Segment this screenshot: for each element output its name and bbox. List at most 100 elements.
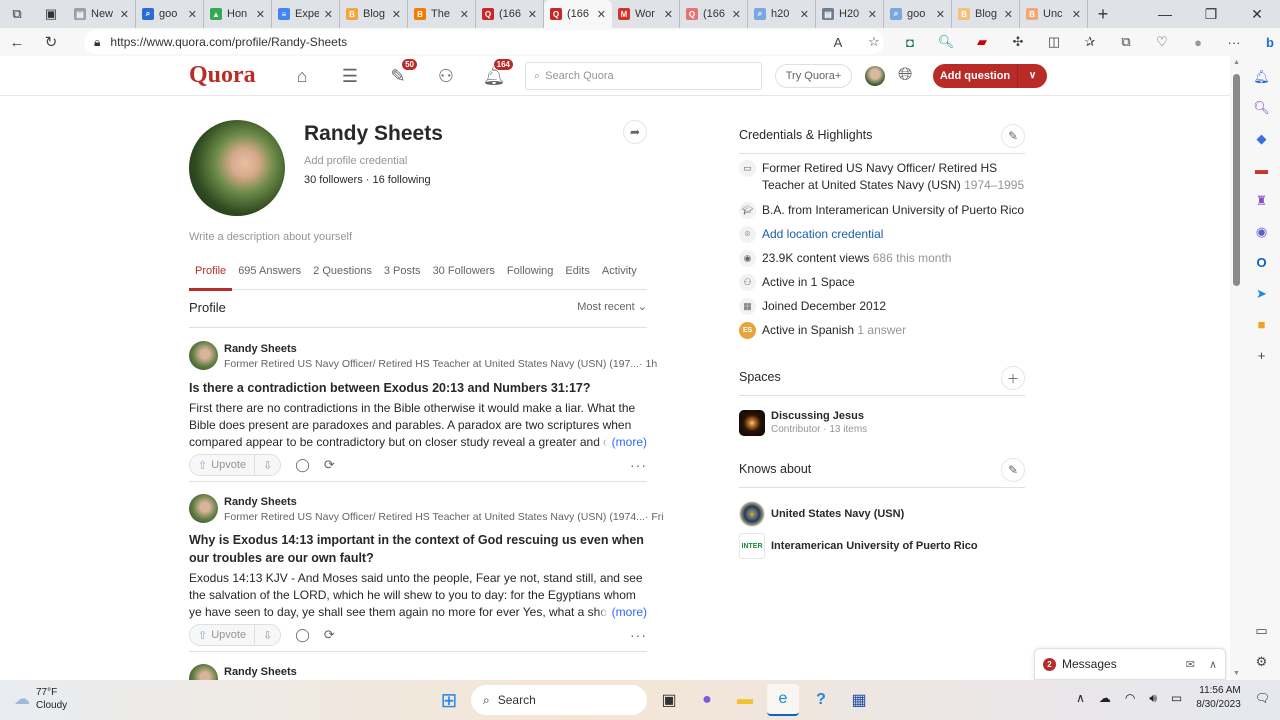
- close-tab-icon[interactable]: ✕: [1072, 8, 1081, 21]
- share-icon[interactable]: ⟳: [324, 457, 335, 473]
- browser-tab[interactable]: ▲ Hon ✕: [204, 0, 272, 28]
- extension-search-icon[interactable]: 🔍︎: [928, 34, 964, 50]
- more-options-icon[interactable]: ···: [630, 627, 647, 643]
- close-tab-icon[interactable]: ✕: [324, 8, 333, 21]
- sidebar-layout-icon[interactable]: ▭: [1253, 620, 1271, 641]
- comment-icon[interactable]: ◯: [295, 457, 310, 473]
- profile-tab[interactable]: 2 Questions: [307, 259, 378, 290]
- add-question-button[interactable]: Add question ∨: [933, 64, 1047, 88]
- question-title[interactable]: Why is Exodus 14:13 important in the con…: [189, 531, 647, 567]
- topic-name[interactable]: Interamerican University of Puerto Rico: [771, 540, 978, 552]
- add-sidebar-app-icon[interactable]: +: [1253, 345, 1271, 366]
- scroll-up-arrow[interactable]: ▲: [1233, 59, 1240, 66]
- browser-tab[interactable]: M Wor ✕: [612, 0, 680, 28]
- favorite-star-icon[interactable]: ☆: [856, 34, 892, 50]
- question-title[interactable]: Is there a contradiction between Exodus …: [189, 379, 647, 397]
- notifications-bell-icon[interactable]: 🔔︎ 164: [482, 58, 514, 88]
- browser-tab[interactable]: B Unc ✕: [1020, 0, 1088, 28]
- scrollbar-thumb[interactable]: [1233, 74, 1240, 286]
- space-name[interactable]: Discussing Jesus: [771, 410, 867, 422]
- browser-tab[interactable]: ▤ New ✕: [68, 0, 136, 28]
- get-help-icon[interactable]: ?: [805, 684, 837, 716]
- extension-icon[interactable]: ◘: [892, 35, 928, 50]
- profile-tab[interactable]: 695 Answers: [232, 259, 307, 290]
- close-tab-icon[interactable]: ✕: [1004, 8, 1013, 21]
- spaces-icon[interactable]: ⚇: [434, 64, 458, 88]
- upvote-button[interactable]: ⇧ Upvote: [190, 455, 256, 475]
- credential-item[interactable]: ⌾ Add location credential: [739, 226, 1025, 243]
- battery-icon[interactable]: ▭: [1171, 691, 1182, 705]
- close-tab-icon[interactable]: ✕: [256, 8, 265, 21]
- following-feed-icon[interactable]: ☰: [338, 64, 362, 88]
- shopping-tag-icon[interactable]: ◆: [1253, 128, 1271, 149]
- downvote-button[interactable]: ⇩: [255, 629, 280, 642]
- tools-icon[interactable]: ▬: [1253, 159, 1271, 180]
- browser-tab[interactable]: ⌕ h20 ✕: [748, 0, 816, 28]
- pdf-extension-icon[interactable]: ▰: [964, 34, 1000, 50]
- close-tab-icon[interactable]: ✕: [392, 8, 401, 21]
- author-name[interactable]: Randy Sheets: [224, 666, 297, 678]
- home-icon[interactable]: ⌂: [290, 64, 314, 88]
- credential-text[interactable]: Add location credential: [762, 227, 883, 241]
- try-quora-plus-button[interactable]: Try Quora+: [775, 64, 852, 88]
- author-name[interactable]: Randy Sheets: [224, 496, 297, 508]
- workspaces-icon[interactable]: ⧉: [0, 0, 34, 28]
- comment-icon[interactable]: ◯: [295, 627, 310, 643]
- share-icon[interactable]: ⟳: [324, 627, 335, 643]
- more-menu-icon[interactable]: ···: [1216, 35, 1252, 50]
- browser-tab[interactable]: Q (166 ✕: [476, 0, 544, 28]
- bing-copilot-icon[interactable]: b: [1252, 35, 1280, 50]
- description-placeholder[interactable]: Write a description about yourself: [189, 231, 352, 243]
- browser-tab[interactable]: ≡ Expe ✕: [272, 0, 340, 28]
- back-button[interactable]: ←: [0, 34, 34, 51]
- notifications-icon[interactable]: 🔔︎: [1253, 66, 1271, 87]
- search-icon[interactable]: 🔍︎: [1253, 97, 1271, 118]
- browser-essentials-icon[interactable]: ♡: [1144, 34, 1180, 50]
- onedrive-icon[interactable]: ☁: [1099, 691, 1111, 705]
- games-icon[interactable]: ♜: [1253, 190, 1271, 211]
- page-scrollbar[interactable]: ▲ ▼: [1230, 56, 1243, 680]
- close-tab-icon[interactable]: ✕: [664, 8, 673, 21]
- profile-tab[interactable]: 30 Followers: [427, 259, 501, 290]
- profile-tab[interactable]: Edits: [559, 259, 595, 290]
- profile-icon[interactable]: ●: [1180, 35, 1216, 50]
- answer-time[interactable]: · Fri: [645, 511, 664, 523]
- chevron-down-icon[interactable]: ∨: [1017, 64, 1047, 88]
- collections-icon[interactable]: ⧉: [1108, 34, 1144, 50]
- answer-time[interactable]: · 1h: [639, 358, 657, 370]
- send-icon[interactable]: ➤: [1253, 283, 1271, 304]
- downvote-button[interactable]: ⇩: [255, 459, 280, 472]
- split-screen-icon[interactable]: ◫: [1036, 34, 1072, 50]
- browser-tab[interactable]: ⌕ goo ✕: [884, 0, 952, 28]
- extensions-icon[interactable]: ✣: [1000, 34, 1036, 50]
- header-avatar[interactable]: [865, 66, 885, 86]
- favorites-icon[interactable]: ✰: [1072, 34, 1108, 50]
- add-profile-credential-link[interactable]: Add profile credential: [304, 155, 407, 167]
- close-tab-icon[interactable]: ✕: [460, 8, 469, 21]
- close-tab-icon[interactable]: ✕: [936, 8, 945, 21]
- more-link[interactable]: (more): [597, 434, 647, 451]
- close-tab-icon[interactable]: ✕: [188, 8, 197, 21]
- edit-credentials-button[interactable]: ✎: [1001, 124, 1025, 148]
- show-hidden-icons-chevron[interactable]: ∧: [1076, 691, 1085, 705]
- topic-item[interactable]: INTER Interamerican University of Puerto…: [739, 533, 978, 559]
- scroll-down-arrow[interactable]: ▼: [1233, 670, 1240, 677]
- profile-tab[interactable]: Profile: [189, 259, 233, 291]
- outlook-icon[interactable]: O: [1253, 252, 1271, 273]
- restore-button[interactable]: ❐: [1188, 6, 1234, 23]
- url-field[interactable]: 🔒︎ https://www.quora.com/profile/Randy-S…: [84, 30, 884, 54]
- new-message-icon[interactable]: ✉: [1186, 658, 1195, 671]
- profile-tab[interactable]: Following: [501, 259, 559, 290]
- browser-tab[interactable]: ▤ H20 ✕: [816, 0, 884, 28]
- answer-body[interactable]: First there are no contradictions in the…: [189, 400, 647, 451]
- wifi-icon[interactable]: ◠: [1125, 691, 1135, 705]
- profile-tab[interactable]: Activity: [596, 259, 643, 290]
- follow-stats[interactable]: 30 followers · 16 following: [304, 174, 431, 186]
- blogger-icon[interactable]: ■: [1253, 314, 1271, 335]
- clock[interactable]: 11:56 AM 8/30/2023: [1196, 684, 1241, 712]
- edit-knows-about-button[interactable]: ✎: [1001, 458, 1025, 482]
- author-avatar[interactable]: [189, 664, 218, 680]
- browser-tab[interactable]: ⌕ goo ✕: [136, 0, 204, 28]
- volume-icon[interactable]: 🔊︎: [1149, 691, 1157, 706]
- minimize-button[interactable]: —: [1142, 6, 1188, 23]
